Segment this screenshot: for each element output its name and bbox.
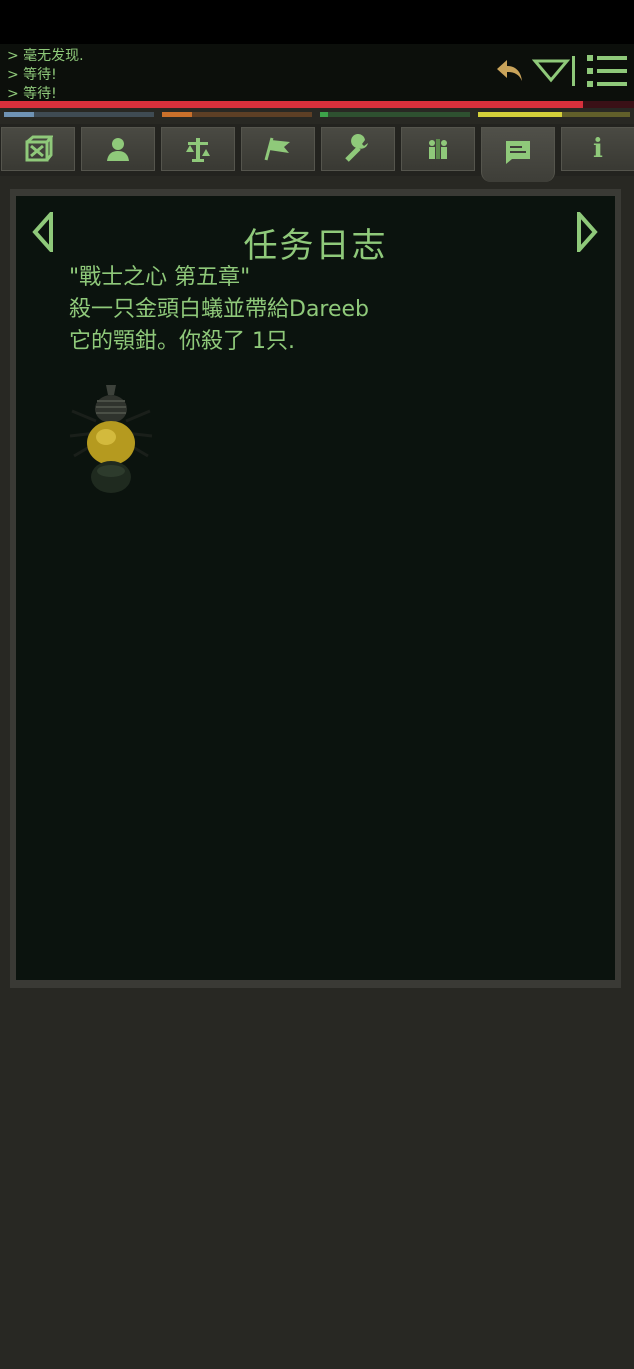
main-menu-button[interactable] [584, 50, 630, 92]
undo-button[interactable] [492, 54, 528, 88]
filter-dropdown-button[interactable] [530, 54, 578, 88]
quest-log-content: 任务日志 "戰士之心 第五章" 殺一只金頭白蟻並帶給Dareeb 它的顎鉗。你殺… [16, 196, 615, 980]
party-icon [429, 139, 447, 159]
tab-strip: i [0, 124, 634, 182]
character-icon [107, 138, 129, 161]
quest-name: "戰士之心 第五章" [69, 265, 251, 290]
stat-bar-green [320, 112, 470, 117]
message-log: > 毫无发现. > 等待! > 等待! [0, 44, 634, 102]
health-bar-fill [0, 101, 584, 108]
inventory-icon [25, 135, 53, 162]
quest-description: 殺一只金頭白蟻並帶給Dareeb [69, 297, 370, 322]
quest-description: 它的顎鉗。你殺了 1只. [69, 329, 295, 354]
map-flag-icon [264, 137, 290, 161]
page-title: 任务日志 [243, 226, 388, 266]
termite-image [69, 385, 153, 493]
tab-journal[interactable] [481, 127, 555, 182]
tab-character[interactable] [81, 127, 155, 171]
wrench-icon [345, 134, 368, 162]
tab-balance[interactable] [161, 127, 235, 171]
journal-icon [506, 141, 530, 164]
chevron-right-icon [577, 212, 598, 252]
log-line: > 等待! [7, 67, 57, 83]
info-icon: i [593, 134, 603, 164]
tab-party[interactable] [401, 127, 475, 171]
log-line: > 毫无发现. [7, 48, 84, 64]
tab-skills[interactable] [321, 127, 395, 171]
tab-inventory[interactable] [1, 127, 75, 171]
tab-info[interactable]: i [561, 127, 634, 171]
stat-bar-yellow [478, 112, 630, 117]
tab-quests-map[interactable] [241, 127, 315, 171]
health-bar [0, 101, 634, 108]
undo-icon [497, 60, 522, 81]
stat-bar-orange [162, 112, 312, 117]
balance-icon [186, 138, 210, 162]
quest-log-panel: 任务日志 "戰士之心 第五章" 殺一只金頭白蟻並帶給Dareeb 它的顎鉗。你殺… [10, 189, 621, 988]
next-quest-button[interactable] [566, 210, 606, 254]
menu-icon [587, 55, 627, 87]
stat-bar-blue [4, 112, 154, 117]
system-status-bar [0, 0, 634, 44]
dropdown-icon [532, 56, 575, 86]
